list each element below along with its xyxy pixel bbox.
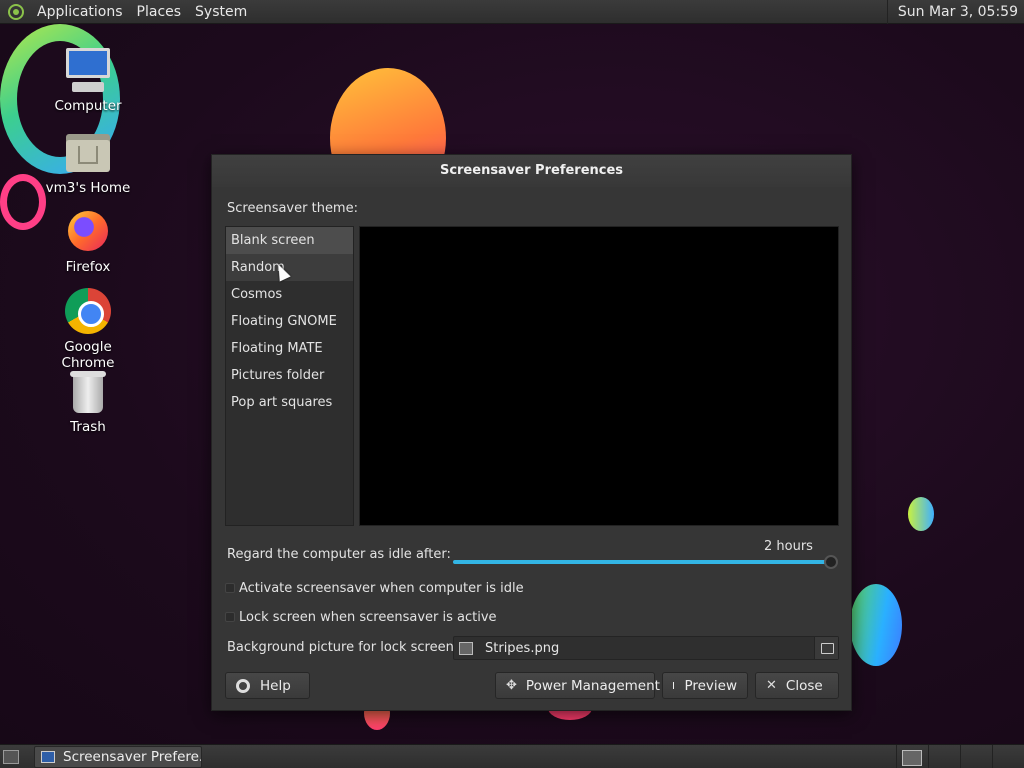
activate-label[interactable]: Activate screensaver when computer is id… bbox=[239, 581, 524, 596]
idle-label: Regard the computer as idle after: bbox=[227, 547, 451, 562]
distro-logo-icon[interactable] bbox=[8, 3, 24, 20]
desktop-icon-trash[interactable]: Trash bbox=[36, 367, 140, 435]
bg-picture-chooser[interactable]: Stripes.png bbox=[453, 636, 839, 660]
idle-slider-track[interactable] bbox=[453, 560, 833, 564]
workspace-3[interactable] bbox=[960, 745, 992, 768]
power-management-icon: ✥ bbox=[506, 678, 517, 693]
power-management-button[interactable]: ✥ Power Management bbox=[495, 672, 660, 699]
theme-item-floating-gnome[interactable]: Floating GNOME bbox=[226, 308, 353, 335]
trash-icon bbox=[64, 367, 112, 415]
chrome-icon bbox=[64, 287, 112, 335]
power-management-label: Power Management bbox=[525, 677, 660, 694]
image-file-icon bbox=[459, 641, 473, 655]
desktop-icon-chrome[interactable]: Google Chrome bbox=[36, 287, 140, 371]
desktop-icon-label: Trash bbox=[70, 419, 106, 435]
desktop-icon-firefox[interactable]: Firefox bbox=[36, 207, 140, 275]
idle-slider-value: 2 hours bbox=[764, 539, 813, 554]
help-icon bbox=[236, 678, 250, 693]
taskbar-item-label: Screensaver Prefere... bbox=[63, 749, 202, 765]
screensaver-preferences-dialog: Screensaver Preferences Screensaver them… bbox=[211, 154, 852, 711]
taskbar-item-screensaver[interactable]: Screensaver Prefere... bbox=[34, 746, 202, 768]
help-button[interactable]: Help bbox=[225, 672, 310, 699]
screensaver-app-icon bbox=[41, 751, 55, 763]
show-desktop-icon[interactable] bbox=[3, 750, 19, 764]
top-panel: Applications Places System Sun Mar 3, 05… bbox=[0, 0, 1024, 24]
panel-clock[interactable]: Sun Mar 3, 05:59 bbox=[886, 0, 1024, 24]
close-button-label: Close bbox=[785, 677, 823, 694]
desktop-icon-label: vm3's Home bbox=[45, 180, 131, 196]
theme-item-blank-screen[interactable]: Blank screen bbox=[226, 227, 353, 254]
theme-list[interactable]: Blank screen Random Cosmos Floating GNOM… bbox=[225, 226, 354, 526]
lock-label[interactable]: Lock screen when screensaver is active bbox=[239, 610, 497, 625]
wallpaper-green-shape bbox=[908, 497, 934, 531]
preview-button[interactable]: Preview bbox=[662, 672, 748, 699]
workspace-switcher[interactable] bbox=[896, 745, 1024, 768]
firefox-icon bbox=[64, 207, 112, 255]
theme-item-pop-art-squares[interactable]: Pop art squares bbox=[226, 389, 353, 416]
close-icon: ✕ bbox=[766, 678, 777, 693]
close-button[interactable]: ✕ Close bbox=[755, 672, 839, 699]
menu-places[interactable]: Places bbox=[130, 0, 189, 24]
desktop-icon-label: Computer bbox=[54, 98, 122, 114]
desktop-icon-label: Firefox bbox=[65, 259, 111, 275]
desktop-icon-home[interactable]: vm3's Home bbox=[36, 128, 140, 196]
workspace-1[interactable] bbox=[896, 745, 928, 768]
bottom-panel: Screensaver Prefere... bbox=[0, 744, 1024, 768]
menu-applications[interactable]: Applications bbox=[30, 0, 130, 24]
theme-item-floating-mate[interactable]: Floating MATE bbox=[226, 335, 353, 362]
preview-button-label: Preview bbox=[684, 677, 737, 694]
bg-picture-label: Background picture for lock screen: bbox=[227, 640, 459, 655]
menu-system[interactable]: System bbox=[188, 0, 254, 24]
idle-slider-handle[interactable] bbox=[824, 555, 838, 569]
home-folder-icon bbox=[64, 128, 112, 176]
activate-checkbox[interactable] bbox=[225, 583, 235, 593]
workspace-4[interactable] bbox=[992, 745, 1024, 768]
help-button-label: Help bbox=[260, 677, 291, 694]
screensaver-preview bbox=[359, 226, 839, 526]
dialog-title[interactable]: Screensaver Preferences bbox=[212, 155, 851, 187]
theme-item-pictures-folder[interactable]: Pictures folder bbox=[226, 362, 353, 389]
theme-item-cosmos[interactable]: Cosmos bbox=[226, 281, 353, 308]
theme-label: Screensaver theme: bbox=[227, 201, 358, 216]
computer-icon bbox=[64, 46, 112, 94]
lock-checkbox[interactable] bbox=[225, 612, 235, 622]
workspace-2[interactable] bbox=[928, 745, 960, 768]
bg-picture-filename: Stripes.png bbox=[485, 640, 560, 656]
desktop-icon-computer[interactable]: Computer bbox=[36, 46, 140, 114]
wallpaper-blue-shape bbox=[850, 584, 902, 666]
folder-open-icon[interactable] bbox=[814, 637, 838, 659]
